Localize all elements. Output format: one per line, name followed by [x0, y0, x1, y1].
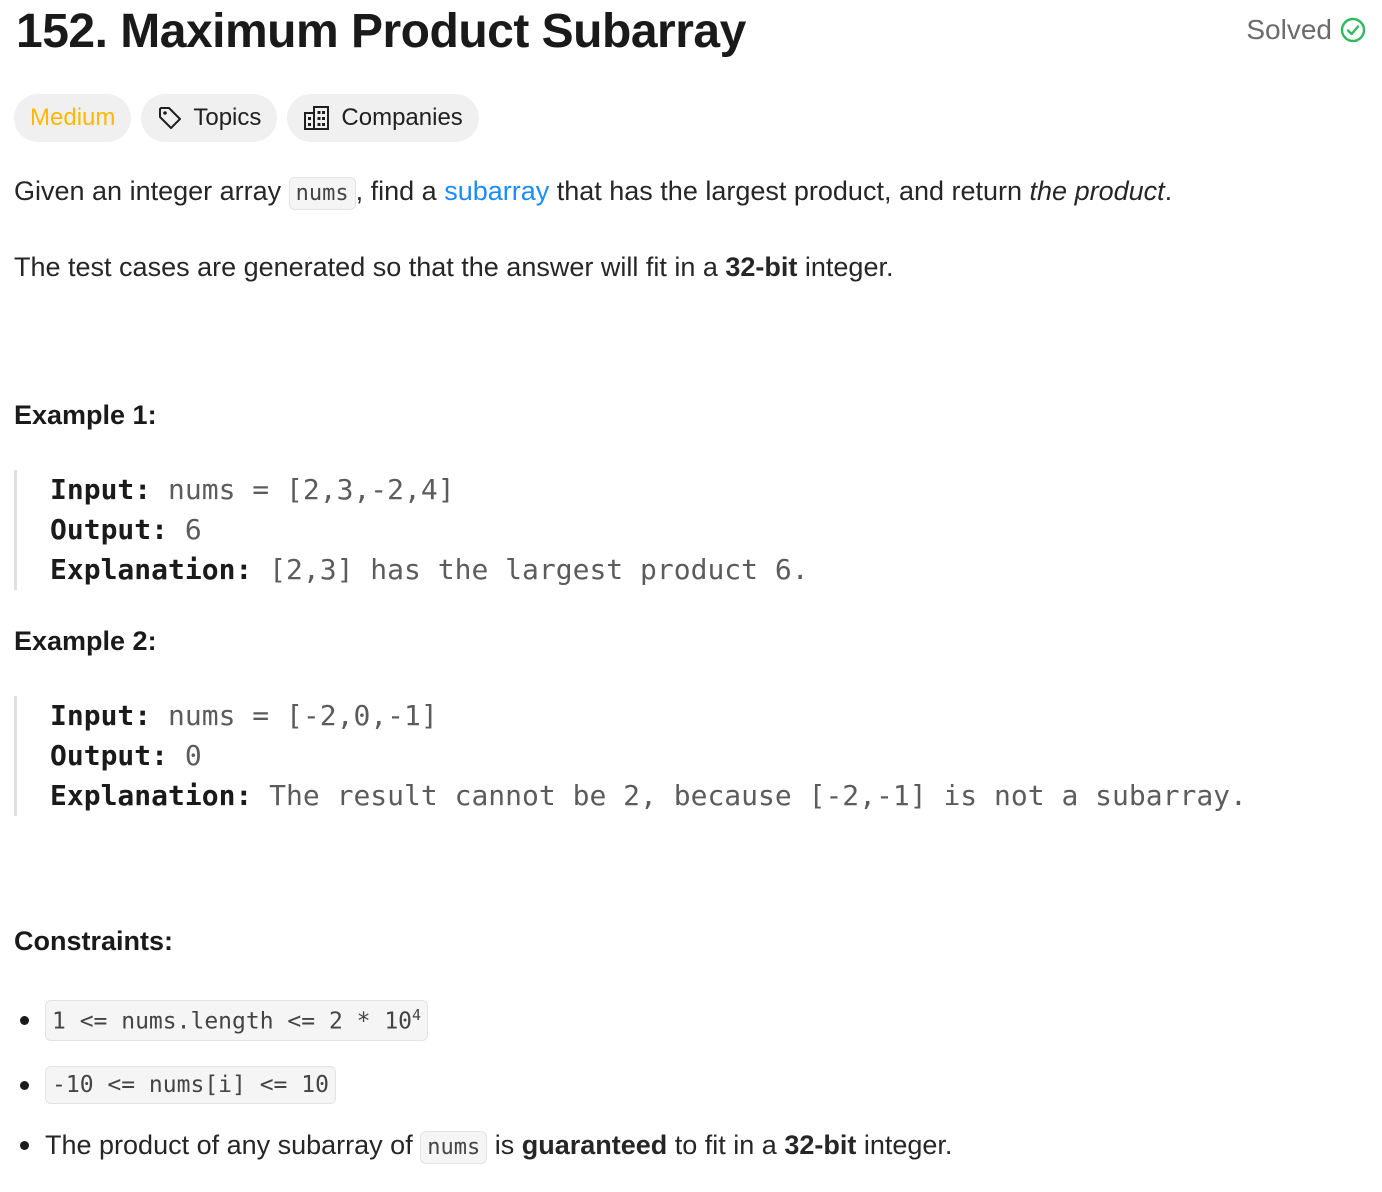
output-label: Output: [50, 513, 169, 546]
input-value: nums = [2,3,-2,4] [151, 473, 455, 506]
subarray-link[interactable]: subarray [444, 176, 549, 206]
constraint-code: 1 <= nums.length <= 2 * 104 [45, 1000, 429, 1041]
example-1-heading: Example 1: [14, 400, 157, 430]
input-label: Input: [50, 473, 152, 506]
solved-label: Solved [1246, 14, 1332, 45]
topics-button[interactable]: Topics [141, 94, 278, 142]
solved-status: Solved [1246, 14, 1366, 46]
constraint-bold: guaranteed [521, 1130, 668, 1160]
constraint-item-1: 1 <= nums.length <= 2 * 104 [20, 1000, 429, 1041]
output-value: 0 [168, 739, 202, 772]
problem-title: 152. Maximum Product Subarray [16, 5, 746, 58]
constraint-item-2: -10 <= nums[i] <= 10 [20, 1066, 336, 1104]
inline-code-nums: nums [420, 1131, 488, 1164]
description-text: , find a [355, 176, 445, 206]
description-text: The test cases are generated so that the… [14, 252, 726, 282]
output-label: Output: [50, 739, 169, 772]
input-label: Input: [50, 699, 152, 732]
explanation-value: [2,3] has the largest product 6. [252, 553, 809, 586]
bullet-dot [20, 1015, 29, 1025]
description-text: . [1164, 176, 1173, 206]
tag-icon [157, 105, 183, 131]
explanation-label: Explanation: [50, 779, 253, 812]
bullet-dot [20, 1141, 29, 1150]
difficulty-label: Medium [30, 104, 116, 131]
constraint-item-3: The product of any subarray of nums is g… [20, 1130, 953, 1164]
input-value: nums = [-2,0,-1] [151, 699, 438, 732]
tag-bar: Medium Topics Companies [14, 94, 479, 142]
description-bold: 32-bit [725, 252, 798, 282]
constraint-text-part: is [487, 1130, 522, 1160]
description-text: Given an integer array [14, 176, 289, 206]
explanation-value: The result cannot be 2, because [-2,-1] … [252, 779, 1247, 812]
constraint-code: -10 <= nums[i] <= 10 [45, 1066, 336, 1104]
constraint-text-part: The product of any subarray of [45, 1130, 421, 1160]
example-2-block: Input: nums = [-2,0,-1] Output: 0 Explan… [14, 696, 1247, 816]
constraint-bold: 32-bit [784, 1130, 857, 1160]
inline-code-nums: nums [288, 177, 356, 210]
example-2-heading: Example 2: [14, 626, 157, 656]
description-paragraph-1: Given an integer array nums, find a suba… [14, 176, 1173, 210]
constraints-heading: Constraints: [14, 926, 174, 956]
description-italic: the product [1029, 176, 1165, 206]
explanation-label: Explanation: [50, 553, 253, 586]
description-text: that has the largest product, and return [549, 176, 1030, 206]
constraint-text: The product of any subarray of nums is g… [45, 1130, 953, 1164]
bullet-dot [20, 1080, 29, 1090]
difficulty-badge: Medium [14, 94, 132, 142]
building-icon [303, 105, 331, 131]
constraint-exponent: 4 [412, 1006, 422, 1024]
example-1-block: Input: nums = [2,3,-2,4] Output: 6 Expla… [14, 470, 809, 590]
description-paragraph-2: The test cases are generated so that the… [14, 252, 893, 283]
companies-label: Companies [341, 104, 463, 131]
companies-button[interactable]: Companies [287, 94, 479, 142]
constraint-code-text: 1 <= nums.length <= 2 * 10 [52, 1008, 413, 1035]
output-value: 6 [168, 513, 202, 546]
description-text: integer. [797, 252, 894, 282]
check-circle-icon [1340, 17, 1366, 43]
constraint-text-part: to fit in a [667, 1130, 785, 1160]
topics-label: Topics [193, 104, 262, 131]
constraint-text-part: integer. [856, 1130, 953, 1160]
